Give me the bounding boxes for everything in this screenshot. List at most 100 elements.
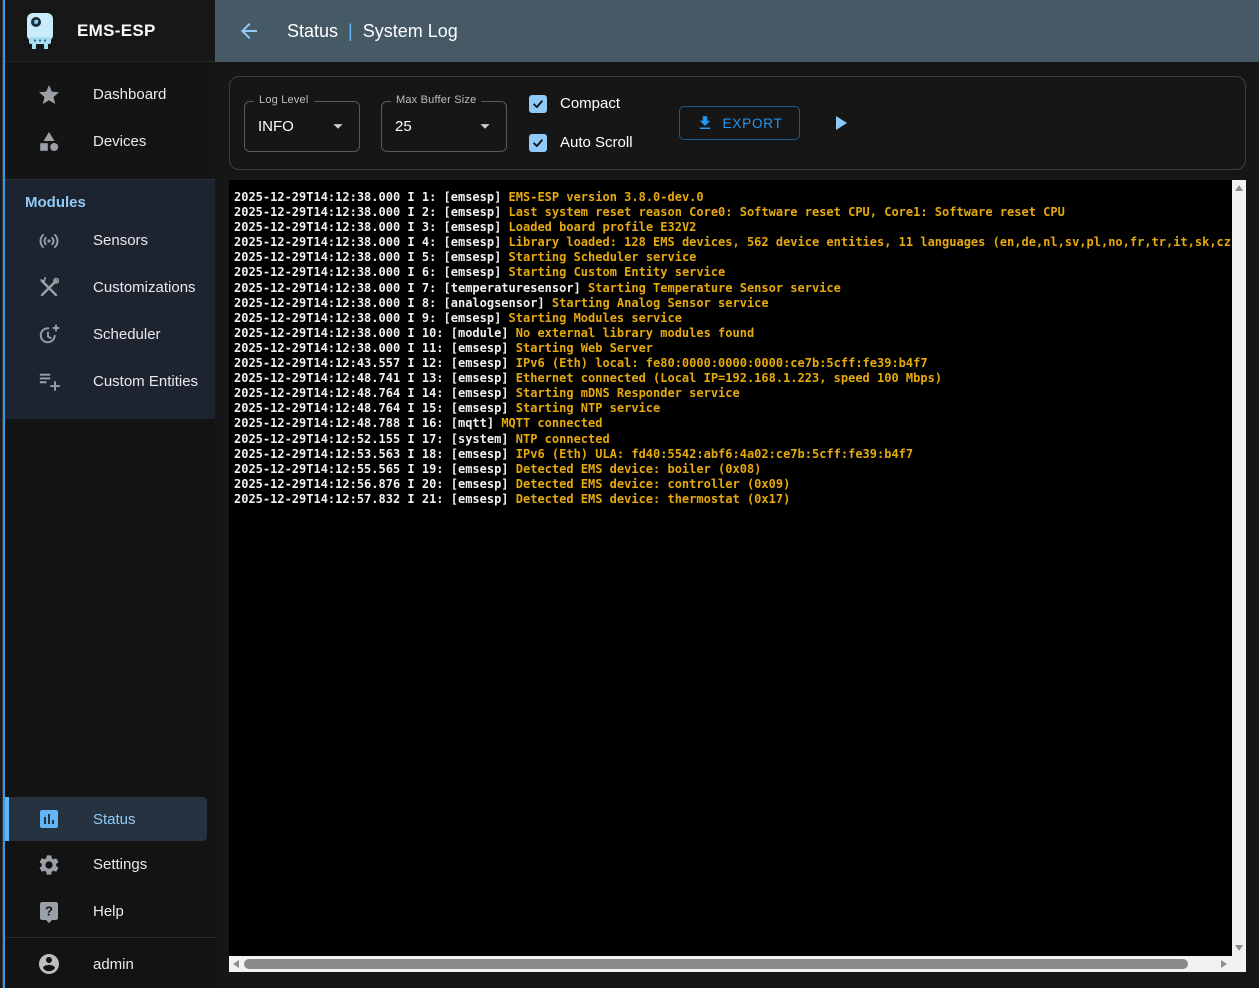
log-line-prefix: 2025-12-29T14:12:38.000 I 11: [emsesp] bbox=[234, 341, 516, 355]
sidebar-item-label: Scheduler bbox=[93, 326, 161, 343]
log-level-label: Log Level bbox=[254, 94, 314, 106]
log-line-prefix: 2025-12-29T14:12:56.876 I 20: [emsesp] bbox=[234, 477, 516, 491]
export-button[interactable]: EXPORT bbox=[679, 106, 800, 140]
log-line-prefix: 2025-12-29T14:12:38.000 I 4: [emsesp] bbox=[234, 235, 509, 249]
log-line-message: No external library modules found bbox=[516, 326, 754, 340]
log-line-prefix: 2025-12-29T14:12:43.557 I 12: [emsesp] bbox=[234, 356, 516, 370]
bar-chart-icon bbox=[37, 807, 61, 831]
log-line-prefix: 2025-12-29T14:12:48.788 I 16: [mqtt] bbox=[234, 416, 501, 430]
tools-icon bbox=[37, 276, 61, 300]
log-line: 2025-12-29T14:12:38.000 I 10: [module] N… bbox=[234, 326, 1232, 341]
sidebar-divider bbox=[5, 937, 215, 938]
log-line-message: Starting Modules service bbox=[509, 311, 682, 325]
auto-scroll-checkbox-label: Auto Scroll bbox=[560, 134, 633, 151]
sidebar-section-modules: Modules Sensors bbox=[5, 179, 215, 419]
main-area: Status | System Log Log Level INFO Max B… bbox=[215, 0, 1259, 988]
log-line: 2025-12-29T14:12:38.000 I 6: [emsesp] St… bbox=[234, 265, 1232, 280]
sidebar-item-label: Devices bbox=[93, 133, 146, 150]
compact-checkbox[interactable] bbox=[529, 95, 547, 113]
log-line: 2025-12-29T14:12:38.000 I 3: [emsesp] Lo… bbox=[234, 220, 1232, 235]
log-line: 2025-12-29T14:12:38.000 I 5: [emsesp] St… bbox=[234, 250, 1232, 265]
log-line: 2025-12-29T14:12:38.000 I 4: [emsesp] Li… bbox=[234, 235, 1232, 250]
top-app-bar: Status | System Log bbox=[215, 0, 1259, 62]
log-level-select[interactable]: Log Level INFO bbox=[244, 101, 360, 152]
log-line-message: Detected EMS device: thermostat (0x17) bbox=[516, 492, 791, 506]
sidebar-item-customizations[interactable]: Customizations bbox=[5, 264, 215, 311]
sidebar-item-dashboard[interactable]: Dashboard bbox=[5, 71, 215, 118]
log-line: 2025-12-29T14:12:48.764 I 15: [emsesp] S… bbox=[234, 401, 1232, 416]
play-icon bbox=[828, 111, 852, 135]
log-line-prefix: 2025-12-29T14:12:38.000 I 2: [emsesp] bbox=[234, 205, 509, 219]
sidebar-item-label: Dashboard bbox=[93, 86, 166, 103]
log-line: 2025-12-29T14:12:38.000 I 8: [analogsens… bbox=[234, 296, 1232, 311]
scroll-down-arrow-icon[interactable] bbox=[1235, 945, 1243, 951]
log-line-message: Starting Custom Entity service bbox=[509, 265, 726, 279]
download-icon bbox=[696, 114, 714, 132]
app-root: EMS-ESP Dashboard Devices Modules bbox=[0, 0, 1259, 988]
sidebar-spacer bbox=[5, 419, 215, 797]
auto-scroll-checkbox-row[interactable]: Auto Scroll bbox=[529, 134, 633, 152]
breadcrumb-page: System Log bbox=[363, 21, 458, 42]
sidebar-header: EMS-ESP bbox=[5, 0, 215, 62]
max-buffer-size-select[interactable]: Max Buffer Size 25 bbox=[381, 101, 507, 152]
scroll-up-arrow-icon[interactable] bbox=[1235, 185, 1243, 191]
gear-icon bbox=[37, 853, 61, 877]
log-line: 2025-12-29T14:12:38.000 I 9: [emsesp] St… bbox=[234, 311, 1232, 326]
log-line-prefix: 2025-12-29T14:12:38.000 I 7: [temperatur… bbox=[234, 281, 588, 295]
sidebar-item-label: Custom Entities bbox=[93, 373, 198, 390]
sidebar-item-label: Settings bbox=[93, 856, 147, 873]
sidebar: EMS-ESP Dashboard Devices Modules bbox=[5, 0, 215, 988]
log-line-message: Starting Web Server bbox=[516, 341, 653, 355]
log-line-message: EMS-ESP version 3.8.0-dev.0 bbox=[509, 190, 704, 204]
sidebar-item-scheduler[interactable]: Scheduler bbox=[5, 311, 215, 358]
log-line-message: NTP connected bbox=[516, 432, 610, 446]
sidebar-item-admin[interactable]: admin bbox=[5, 940, 215, 988]
log-line-prefix: 2025-12-29T14:12:55.565 I 19: [emsesp] bbox=[234, 462, 516, 476]
log-line-message: Starting NTP service bbox=[516, 401, 661, 415]
chevron-down-icon bbox=[474, 115, 496, 137]
max-buffer-size-label: Max Buffer Size bbox=[391, 94, 481, 106]
log-toolbar: Log Level INFO Max Buffer Size 25 bbox=[229, 76, 1246, 170]
log-line: 2025-12-29T14:12:38.000 I 7: [temperatur… bbox=[234, 281, 1232, 296]
compact-checkbox-label: Compact bbox=[560, 95, 620, 112]
window-left-edge bbox=[0, 0, 5, 988]
sidebar-item-status[interactable]: Status bbox=[5, 797, 207, 841]
sidebar-item-custom-entities[interactable]: Custom Entities bbox=[5, 358, 215, 405]
horizontal-scrollbar-thumb[interactable] bbox=[244, 959, 1188, 969]
log-line-prefix: 2025-12-29T14:12:38.000 I 1: [emsesp] bbox=[234, 190, 509, 204]
scrollbar-corner bbox=[1232, 956, 1246, 972]
log-line-message: IPv6 (Eth) ULA: fd40:5542:abf6:4a02:ce7b… bbox=[516, 447, 913, 461]
sidebar-section-main: Dashboard Devices bbox=[5, 62, 215, 179]
horizontal-scrollbar[interactable] bbox=[229, 956, 1232, 972]
app-title: EMS-ESP bbox=[77, 21, 156, 41]
scroll-right-arrow-icon[interactable] bbox=[1221, 960, 1227, 968]
log-line-prefix: 2025-12-29T14:12:38.000 I 3: [emsesp] bbox=[234, 220, 509, 234]
play-button[interactable] bbox=[828, 111, 852, 135]
sensors-icon bbox=[37, 229, 61, 253]
sidebar-section-bottom: Status Settings ? Help bbox=[5, 797, 215, 935]
log-line: 2025-12-29T14:12:53.563 I 18: [emsesp] I… bbox=[234, 447, 1232, 462]
sidebar-item-help[interactable]: ? Help bbox=[5, 888, 215, 935]
vertical-scrollbar[interactable] bbox=[1232, 180, 1246, 956]
svg-text:?: ? bbox=[45, 903, 53, 918]
sidebar-item-devices[interactable]: Devices bbox=[5, 118, 215, 165]
log-line-message: Ethernet connected (Local IP=192.168.1.2… bbox=[516, 371, 942, 385]
auto-scroll-checkbox[interactable] bbox=[529, 134, 547, 152]
breadcrumb-section: Status bbox=[287, 21, 338, 42]
star-icon bbox=[37, 83, 61, 107]
sidebar-item-settings[interactable]: Settings bbox=[5, 841, 215, 888]
scroll-left-arrow-icon[interactable] bbox=[233, 960, 239, 968]
playlist-add-icon bbox=[37, 370, 61, 394]
content-area: Log Level INFO Max Buffer Size 25 bbox=[215, 62, 1259, 988]
log-line-prefix: 2025-12-29T14:12:48.764 I 14: [emsesp] bbox=[234, 386, 516, 400]
log-line-prefix: 2025-12-29T14:12:48.741 I 13: [emsesp] bbox=[234, 371, 516, 385]
boiler-logo-icon bbox=[23, 11, 57, 51]
log-line-prefix: 2025-12-29T14:12:38.000 I 6: [emsesp] bbox=[234, 265, 509, 279]
compact-checkbox-row[interactable]: Compact bbox=[529, 95, 633, 113]
account-icon bbox=[37, 952, 61, 976]
sidebar-item-sensors[interactable]: Sensors bbox=[5, 217, 215, 264]
log-line-message: Starting Scheduler service bbox=[509, 250, 697, 264]
log-line: 2025-12-29T14:12:56.876 I 20: [emsesp] D… bbox=[234, 477, 1232, 492]
back-arrow-icon[interactable] bbox=[237, 18, 263, 44]
log-line-prefix: 2025-12-29T14:12:53.563 I 18: [emsesp] bbox=[234, 447, 516, 461]
